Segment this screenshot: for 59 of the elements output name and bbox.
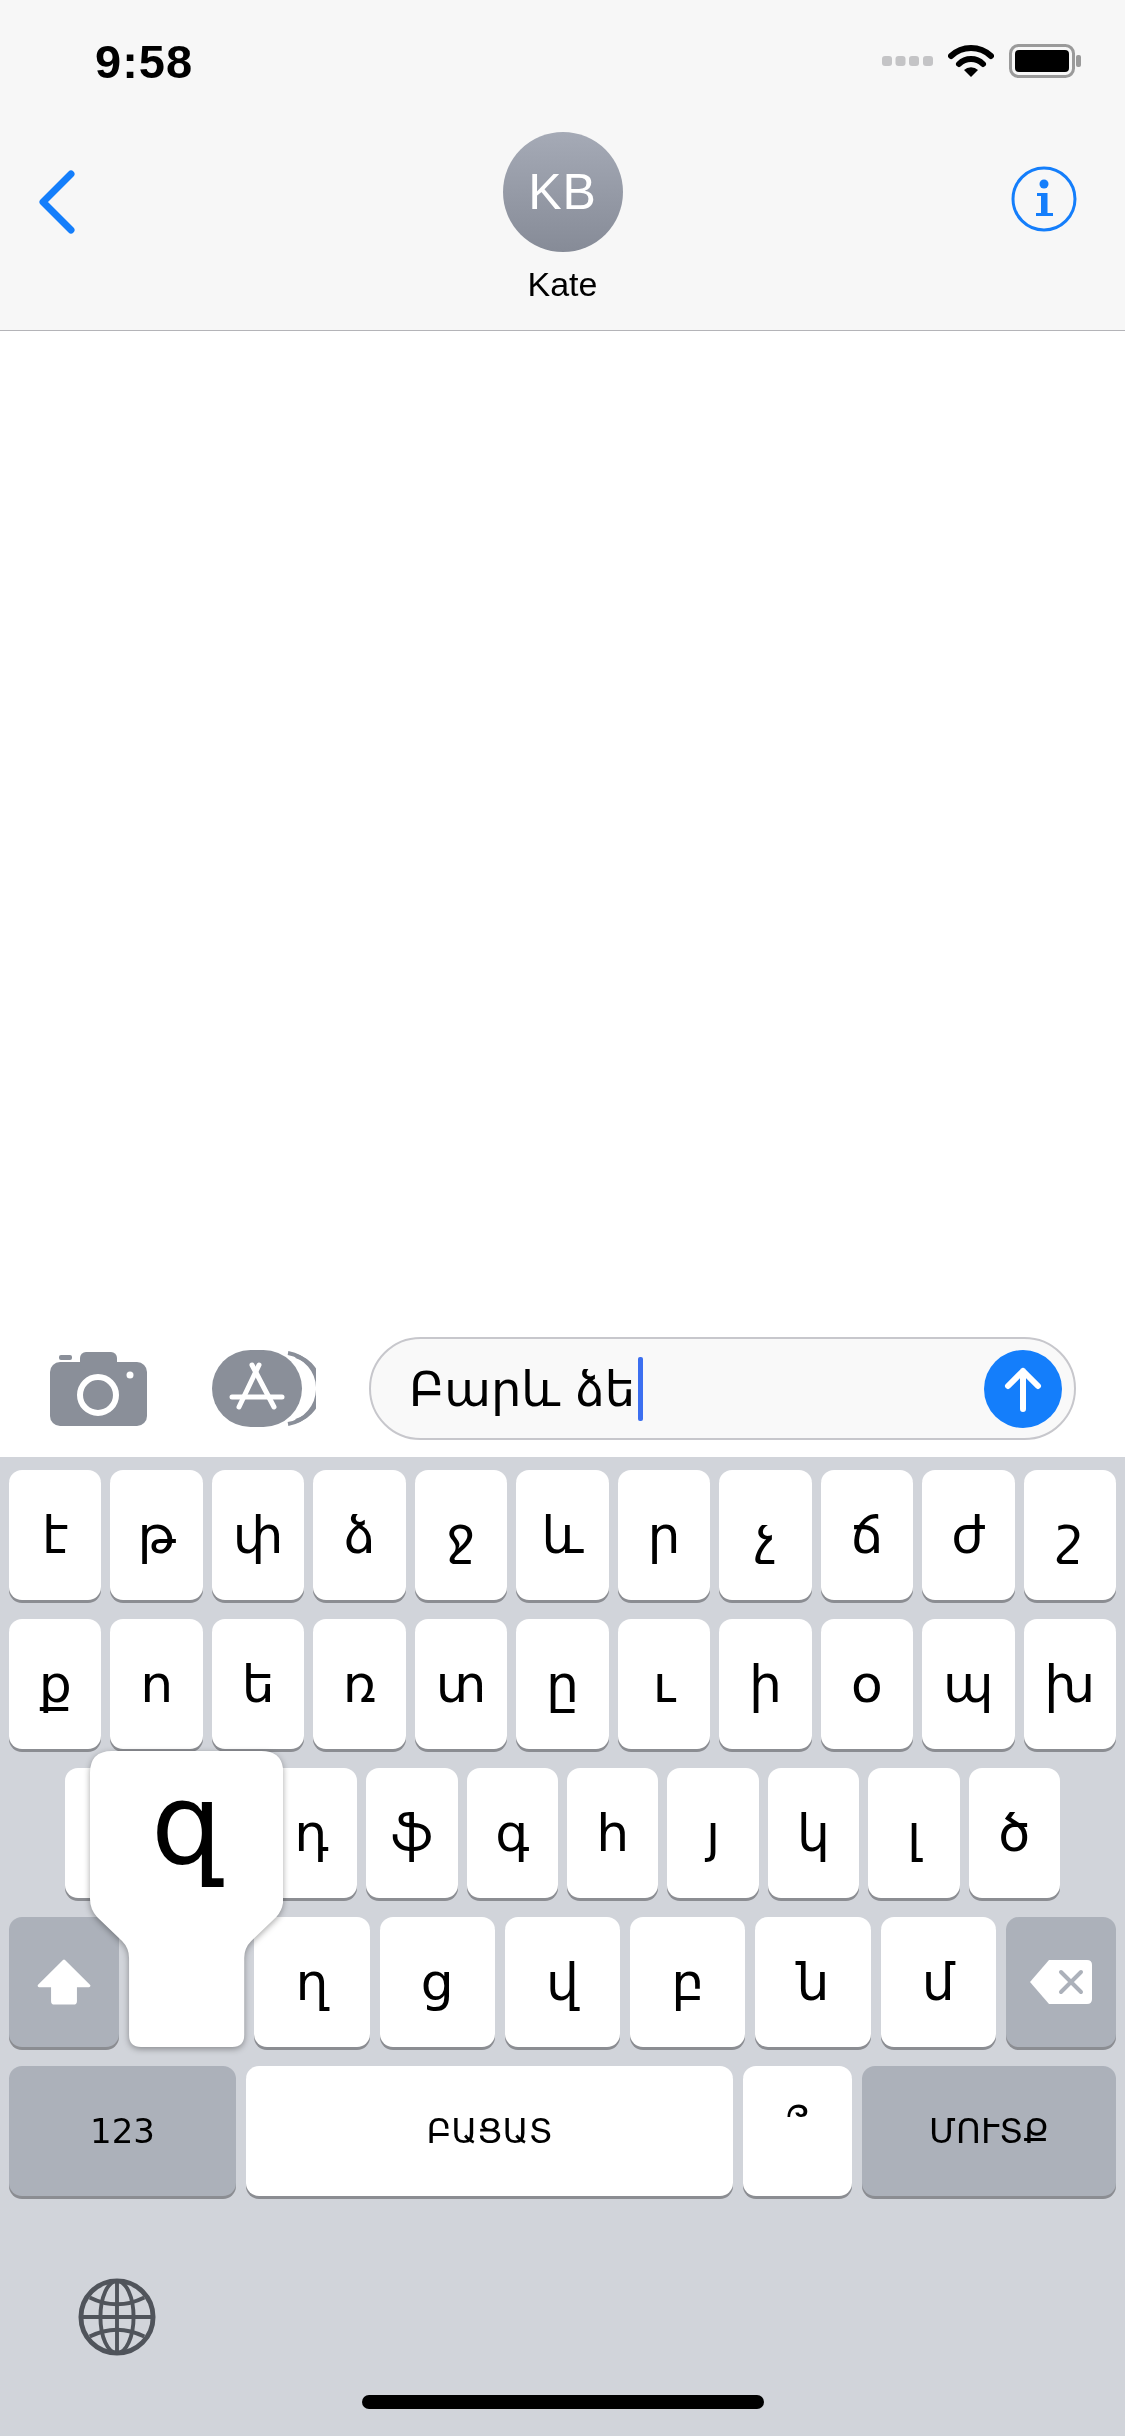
numbers-key[interactable]: 123 (9, 2066, 236, 2196)
keyboard-key[interactable]: ժ (922, 1470, 1015, 1600)
key-popup[interactable]: զ (90, 1751, 284, 2047)
keyboard-key[interactable]: կ (767, 1768, 860, 1898)
shift-key[interactable] (9, 1917, 119, 2047)
keyboard-key[interactable]: ք (9, 1619, 102, 1749)
keyboard-key[interactable]: ջ (414, 1470, 508, 1600)
keyboard-key[interactable]: ը (516, 1619, 609, 1749)
keyboard-key[interactable]: ր (617, 1470, 711, 1600)
globe-icon[interactable] (78, 2278, 156, 2356)
return-key[interactable]: ՄՈՒՏՔ (862, 2066, 1116, 2196)
text-cursor (638, 1356, 644, 1421)
keyboard-key[interactable]: խ (1023, 1619, 1116, 1749)
keyboard-key[interactable]: ե (211, 1619, 305, 1749)
keyboard-key[interactable]: փ (211, 1470, 305, 1600)
camera-icon[interactable] (50, 1351, 147, 1426)
shift-arrow-icon (37, 1959, 91, 2005)
keyboard-key[interactable]: շ (1023, 1470, 1116, 1600)
keyboard-key[interactable]: ձ (313, 1470, 406, 1600)
send-button[interactable] (984, 1349, 1062, 1428)
keyboard-key[interactable]: ն (755, 1917, 871, 2047)
info-icon[interactable] (1011, 166, 1077, 232)
message-text: Բարև ձե (409, 1360, 636, 1417)
keyboard-key[interactable]: տ (414, 1619, 508, 1749)
keyboard-key[interactable]: գ (466, 1768, 559, 1898)
keyboard-key[interactable]: ճ (820, 1470, 914, 1600)
keyboard-key[interactable]: բ (630, 1917, 746, 2047)
keyboard-key[interactable]: ց (379, 1917, 495, 2047)
keyboard-key[interactable]: ի (719, 1619, 812, 1749)
keyboard-key[interactable]: մ (880, 1917, 996, 2047)
keyboard-key[interactable]: վ (504, 1917, 621, 2047)
keyboard-key[interactable]: ֆ (366, 1768, 458, 1898)
arrow-up-icon (1003, 1365, 1043, 1412)
keyboard-key[interactable]: և (516, 1470, 609, 1600)
message-field[interactable]: Բարև ձե (369, 1337, 1076, 1440)
keyboard-key[interactable]: ո (110, 1619, 203, 1749)
keyboard-key[interactable]: ՞ (743, 2066, 852, 2196)
status-time: 9:58 (95, 33, 194, 89)
apps-icon[interactable] (212, 1350, 316, 1427)
keyboard-key[interactable]: լ (868, 1768, 960, 1898)
keyboard-key[interactable]: է (9, 1470, 102, 1600)
signal-icon (882, 56, 933, 66)
keyboard-key[interactable]: հ (567, 1768, 659, 1898)
keyboard-key[interactable]: ւ (617, 1619, 711, 1749)
keyboard-key[interactable]: թ (110, 1470, 203, 1600)
battery-icon (1009, 44, 1081, 78)
backspace-icon (1028, 1959, 1093, 2005)
space-key[interactable]: ԲԱՑԱՏ (246, 2066, 733, 2196)
keyboard-key[interactable]: յ (667, 1768, 759, 1898)
keyboard-key[interactable]: օ (820, 1619, 914, 1749)
back-icon[interactable] (38, 170, 76, 234)
keyboard-key[interactable]: պ (922, 1619, 1015, 1749)
delete-key[interactable] (1005, 1917, 1116, 2047)
keyboard-key[interactable]: ծ (968, 1768, 1061, 1898)
contact-name[interactable]: Kate (527, 264, 598, 304)
wifi-icon (948, 44, 994, 78)
keyboard-key[interactable]: չ (719, 1470, 812, 1600)
keyboard-key[interactable]: ղ (254, 1917, 370, 2047)
keyboard-key[interactable]: ռ (313, 1619, 406, 1749)
